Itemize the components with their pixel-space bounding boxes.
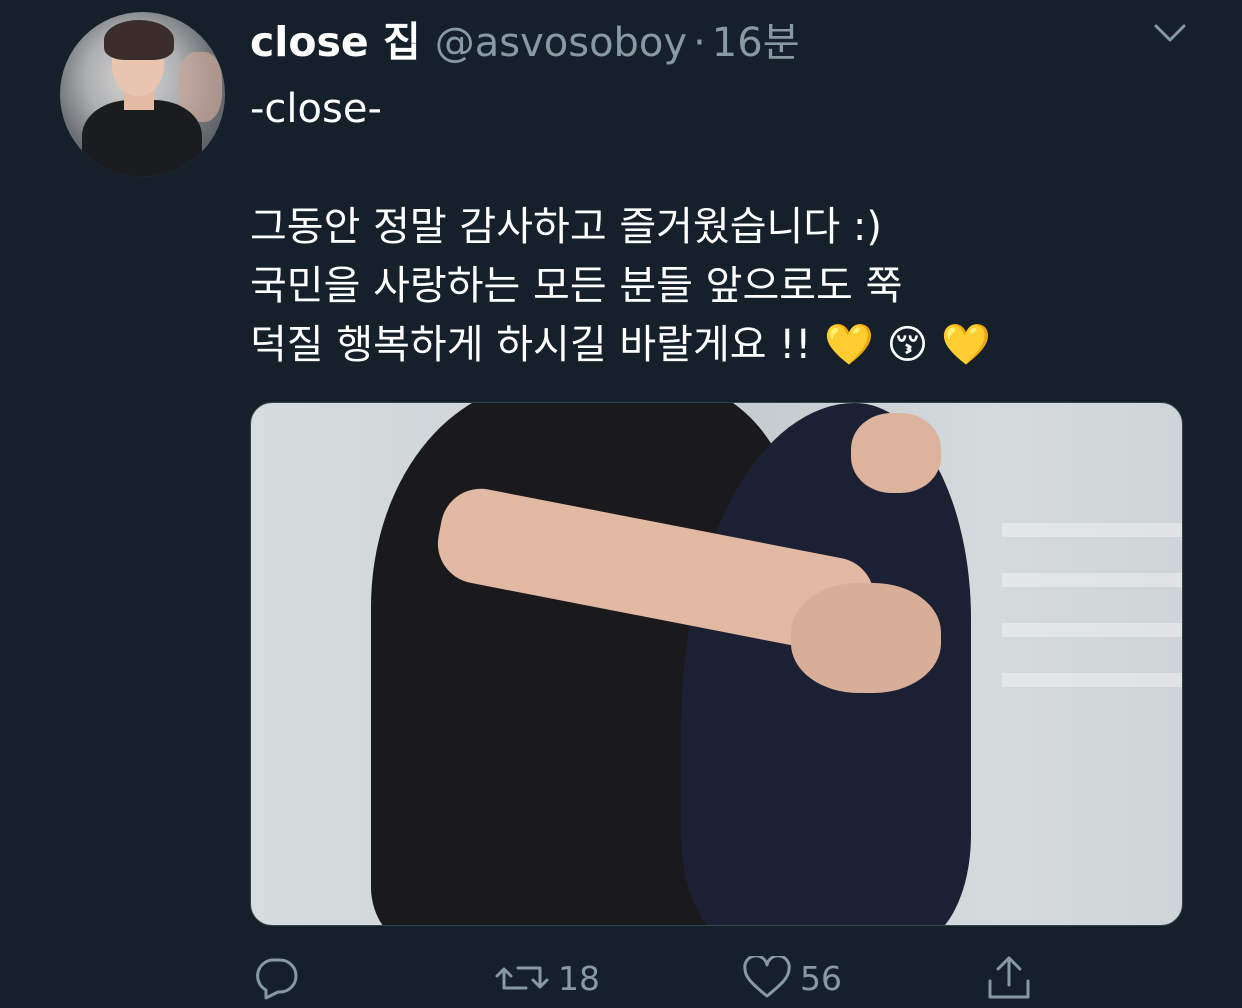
wall-stripe (1002, 673, 1182, 687)
tweet-text-line: -close- (250, 86, 382, 132)
avatar-body (82, 100, 202, 177)
like-button[interactable]: 56 (742, 950, 842, 1006)
tweet-media-image[interactable] (250, 402, 1183, 926)
timestamp[interactable]: 16분 (712, 10, 800, 68)
avatar-hair (104, 20, 174, 60)
heart-icon (742, 956, 792, 1000)
user-handle[interactable]: @asvosoboy (435, 20, 687, 66)
reply-icon (252, 956, 300, 1000)
tweet-text-line: 국민을 사랑하는 모든 분들 앞으로도 쭉 (250, 263, 903, 309)
retweet-count: 18 (558, 958, 600, 998)
share-icon (984, 953, 1034, 1003)
wall-stripe (1002, 573, 1182, 587)
tweet-text-line: 그동안 정말 감사하고 즐거웠습니다 :) (250, 204, 882, 250)
retweet-icon (494, 956, 550, 1000)
tweet-text-line: 덕질 행복하게 하시길 바랄게요 !! 💛 😚 💛 (250, 322, 991, 368)
hand (791, 583, 941, 693)
tweet-header: close 집 @asvosoboy · 16분 (250, 8, 800, 68)
chevron-down-icon[interactable] (1150, 18, 1190, 48)
separator-dot: · (693, 20, 706, 66)
like-count: 56 (800, 958, 842, 998)
avatar[interactable] (60, 12, 225, 177)
tweet-text: -close- 그동안 정말 감사하고 즐거웠습니다 :) 국민을 사랑하는 모… (250, 80, 1210, 375)
share-button[interactable] (984, 950, 1042, 1006)
display-name[interactable]: close 집 (250, 8, 421, 68)
tweet-actions: 18 56 (0, 950, 1242, 1006)
wall-stripe (1002, 523, 1182, 537)
hand-on-shoulder (851, 413, 941, 493)
reply-button[interactable] (252, 950, 308, 1006)
retweet-button[interactable]: 18 (494, 950, 600, 1006)
wall-stripe (1002, 623, 1182, 637)
